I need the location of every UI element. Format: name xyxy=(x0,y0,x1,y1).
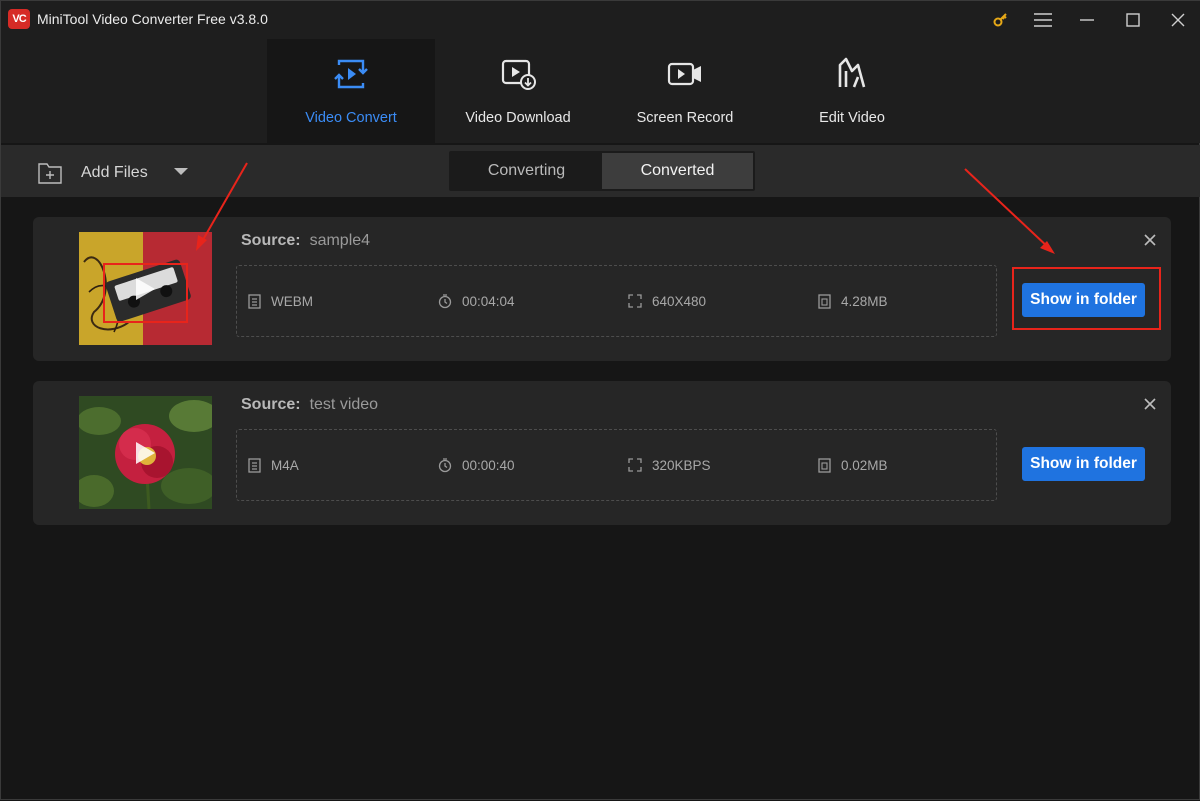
annotation-arrows xyxy=(196,162,1055,254)
app-window: VC MiniTool Video Converter Free v3.8.0 xyxy=(0,0,1200,800)
annotation-arrow xyxy=(199,162,248,246)
annotation-arrow xyxy=(964,168,1051,250)
